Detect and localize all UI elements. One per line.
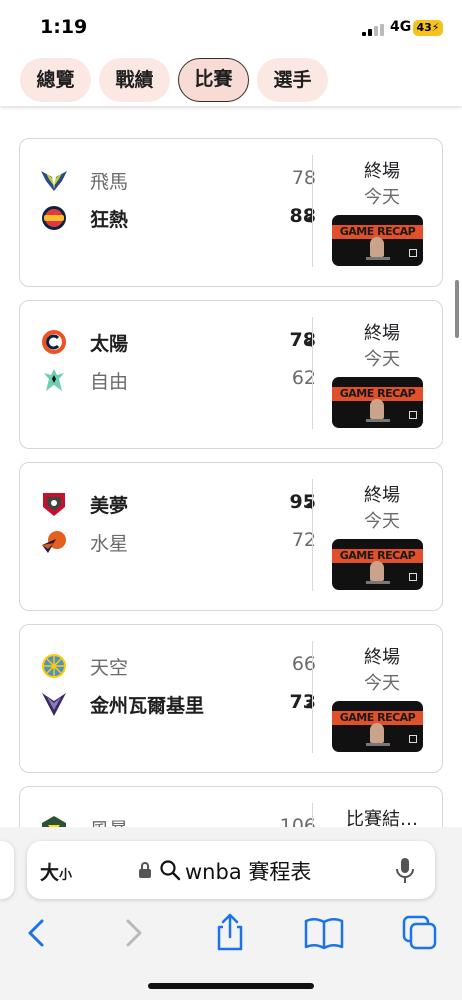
- team-name: 水星: [90, 533, 129, 555]
- team-score: 62: [291, 367, 316, 389]
- player-image: [370, 723, 384, 743]
- video-icon: [409, 735, 417, 743]
- search-icon: [160, 860, 181, 881]
- signal-icon: [362, 24, 384, 36]
- game-date: 今天: [364, 349, 400, 370]
- clock: 1:19: [40, 16, 88, 38]
- wings-logo-icon: [41, 171, 67, 191]
- back-icon[interactable]: [14, 911, 58, 955]
- team-name: 自由: [90, 371, 129, 393]
- divider: [312, 479, 313, 591]
- browser-toolbar: [0, 911, 462, 961]
- search-query: wnba 賽程表: [185, 860, 312, 884]
- game-card[interactable]: 美夢 95 水星 72 終場 今天 GAME RECAP: [19, 462, 443, 611]
- team-score: 78: [291, 167, 316, 189]
- game-card[interactable]: 天空 66 金州瓦爾基里 73 終場 今天 GAME RECAP: [19, 624, 443, 773]
- battery-icon: 43⚡: [413, 20, 443, 36]
- game-status: 終場: [364, 485, 400, 506]
- game-status: 終場: [364, 323, 400, 344]
- microphone-icon[interactable]: [395, 857, 415, 885]
- valkyries-logo-icon: [42, 693, 66, 716]
- team-name: 金州瓦爾基里: [90, 695, 205, 717]
- recap-thumbnail[interactable]: GAME RECAP: [332, 215, 423, 266]
- divider: [312, 317, 313, 429]
- home-indicator[interactable]: [148, 983, 314, 989]
- mercury-logo-icon: [42, 531, 66, 553]
- bookmarks-icon[interactable]: [302, 911, 346, 955]
- tab-overview[interactable]: 總覽: [20, 58, 91, 102]
- text-size-button[interactable]: 大小: [40, 858, 72, 885]
- team-name: 美夢: [90, 495, 129, 517]
- game-card[interactable]: 飛馬 78 狂熱 88 終場 今天 GAME RECAP: [19, 138, 443, 287]
- text-size-small: 小: [59, 868, 73, 883]
- team-name: 天空: [90, 657, 129, 679]
- status-bar: 1:19 4G 43⚡: [0, 0, 462, 52]
- fever-logo-icon: [42, 206, 66, 230]
- team-name: 狂熱: [90, 209, 129, 231]
- team-name: 飛馬: [90, 171, 129, 193]
- game-card[interactable]: 太陽 78 自由 62 終場 今天 GAME RECAP: [19, 300, 443, 449]
- game-date: 今天: [364, 187, 400, 208]
- divider: [312, 641, 313, 753]
- video-icon: [409, 249, 417, 257]
- share-icon[interactable]: [208, 911, 252, 955]
- video-icon: [409, 573, 417, 581]
- player-image: [370, 561, 384, 581]
- recap-thumbnail[interactable]: GAME RECAP: [332, 701, 423, 752]
- tab-players[interactable]: 選手: [257, 58, 328, 102]
- team-score: 66: [291, 653, 316, 675]
- dream-logo-icon: [43, 493, 65, 516]
- player-image: [370, 237, 384, 257]
- previous-tab-peek[interactable]: [0, 841, 14, 899]
- team-name: 太陽: [90, 333, 129, 355]
- player-image: [370, 399, 384, 419]
- sky-logo-icon: [42, 654, 66, 678]
- text-size-large: 大: [40, 862, 60, 884]
- tab-record[interactable]: 戰績: [99, 58, 170, 102]
- address-bar[interactable]: 大小 wnba 賽程表: [27, 841, 435, 899]
- liberty-logo-icon: [44, 369, 64, 391]
- battery-level: 43: [416, 21, 432, 34]
- tab-games[interactable]: 比賽: [178, 58, 249, 102]
- network-type: 4G: [390, 19, 412, 35]
- game-status: 終場: [364, 161, 400, 182]
- scroll-indicator[interactable]: [455, 280, 459, 338]
- forward-icon[interactable]: [112, 911, 156, 955]
- game-status: 終場: [364, 647, 400, 668]
- recap-thumbnail[interactable]: GAME RECAP: [332, 377, 423, 428]
- video-icon: [409, 411, 417, 419]
- lock-icon: [139, 862, 151, 878]
- game-date: 今天: [364, 673, 400, 694]
- screen: 1:19 4G 43⚡ 總覽 戰績 比賽 選手 飛馬 78 狂熱 88 終場 今…: [0, 0, 462, 1000]
- tabs-icon[interactable]: [398, 911, 442, 955]
- game-date: 今天: [364, 511, 400, 532]
- tab-bar: 總覽 戰績 比賽 選手: [0, 52, 462, 106]
- team-score: 72: [291, 529, 316, 551]
- divider: [312, 155, 313, 267]
- browser-bottom-bar: 大小 wnba 賽程表: [0, 827, 462, 1000]
- recap-thumbnail[interactable]: GAME RECAP: [332, 539, 423, 590]
- sun-logo-icon: [42, 330, 66, 354]
